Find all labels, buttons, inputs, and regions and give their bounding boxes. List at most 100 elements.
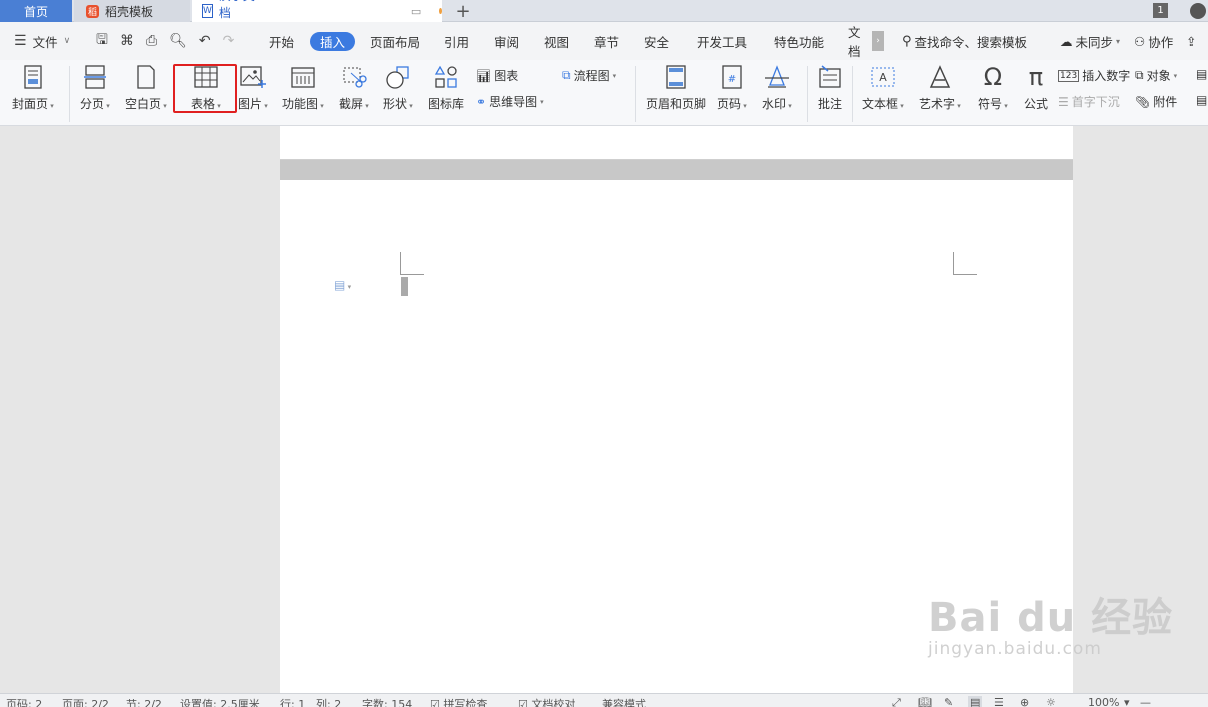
proofread-toggle[interactable]: ☑ 文档校对 xyxy=(518,696,575,707)
command-search[interactable]: ⚲ 查找命令、搜索模板 xyxy=(902,22,1027,60)
paragraph-layout-icon[interactable]: ▤ ▾ xyxy=(334,278,351,292)
object-button[interactable]: ⧉ 对象 ▾ xyxy=(1135,67,1177,84)
mindmap-button[interactable]: ⚭ 思维导图 ▾ xyxy=(476,93,544,110)
attachment-button[interactable]: 📎︎ 附件 xyxy=(1135,93,1177,110)
flowchart-button[interactable]: ⧉ 流程图 ▾ xyxy=(562,67,616,84)
page-view-icon[interactable]: ▤ xyxy=(968,696,983,707)
symbol-button[interactable]: Ω 符号 xyxy=(978,63,1008,112)
page-break-button[interactable]: 分页 xyxy=(80,64,110,112)
tab-document[interactable]: W 演示文档1.doc ▭ xyxy=(192,0,442,35)
reading-view-icon[interactable]: 📖︎ xyxy=(918,696,932,707)
insert-number-button[interactable]: 123 插入数字 xyxy=(1058,67,1130,84)
screenshot-button[interactable]: 截屏 xyxy=(339,64,369,112)
menu-start[interactable]: 开始 xyxy=(269,22,294,60)
menu-scroll-right-button[interactable]: › xyxy=(872,31,884,51)
window-count-badge[interactable]: 1 xyxy=(1153,3,1168,18)
status-col[interactable]: 列: 2 xyxy=(316,696,341,707)
function-chart-button[interactable]: 功能图 xyxy=(282,64,324,112)
zoom-out-icon[interactable]: — xyxy=(1140,696,1151,707)
menu-features[interactable]: 特色功能 xyxy=(774,22,824,60)
document-parts-button[interactable]: ▤ xyxy=(1196,93,1207,107)
monitor-icon[interactable]: ▭ xyxy=(411,5,421,18)
object-icon: ⧉ xyxy=(1135,68,1144,82)
cover-page-button[interactable]: 封面页 xyxy=(12,64,54,112)
flowchart-icon: ⧉ xyxy=(562,68,571,82)
page-number-button[interactable]: # 页码 xyxy=(717,64,747,112)
tab-home[interactable]: 首页 xyxy=(0,0,72,22)
collaborate-button[interactable]: ⚇ 协作 xyxy=(1134,22,1173,60)
header-footer-icon xyxy=(663,64,689,90)
docer-logo-icon: 稻 xyxy=(86,4,99,18)
shape-label: 形状 xyxy=(383,95,413,112)
text-box-button[interactable]: A 文本框 xyxy=(862,64,904,112)
format-painter-icon[interactable]: ⌘ xyxy=(120,33,134,49)
edit-pen-icon[interactable]: ✎ xyxy=(944,696,953,707)
status-words[interactable]: 字数: 154 xyxy=(362,696,412,707)
file-menu[interactable]: ☰ 文件 ∨ xyxy=(14,22,70,60)
watermark-button[interactable]: 水印 xyxy=(762,64,792,112)
status-pages[interactable]: 页面: 2/2 xyxy=(62,696,109,707)
menu-review[interactable]: 审阅 xyxy=(494,22,519,60)
blank-page-button[interactable]: 空白页 xyxy=(125,64,167,112)
menu-security-label: 安全 xyxy=(644,34,670,50)
icon-library-button[interactable]: 图标库 xyxy=(428,64,464,112)
menu-view[interactable]: 视图 xyxy=(544,22,569,60)
undo-icon[interactable]: ↶ xyxy=(199,33,211,49)
menu-page-layout[interactable]: 页面布局 xyxy=(370,22,420,60)
zoom-level[interactable]: 100% xyxy=(1088,696,1119,707)
status-row[interactable]: 行: 1 xyxy=(280,696,305,707)
chevron-down-icon: ∨ xyxy=(63,36,71,46)
menu-page-layout-label: 页面布局 xyxy=(370,34,421,50)
collaborate-icon: ⚇ xyxy=(1134,33,1146,49)
screenshot-label: 截屏 xyxy=(339,95,369,112)
collaborate-label: 协作 xyxy=(1148,34,1174,50)
zoom-dropdown-icon[interactable]: ▾ xyxy=(1124,696,1130,707)
document-parts-icon: ▤ xyxy=(1196,93,1208,107)
new-tab-button[interactable]: + xyxy=(448,0,478,22)
menu-document-label: 文档 xyxy=(848,25,861,59)
menu-reference[interactable]: 引用 xyxy=(444,22,469,60)
menu-insert[interactable]: 插入 xyxy=(310,32,356,51)
header-footer-button[interactable]: 页眉和页脚 xyxy=(646,64,706,112)
sync-status[interactable]: ☁ 未同步 ▾ xyxy=(1060,22,1120,60)
menu-security[interactable]: 安全 xyxy=(644,22,669,60)
outline-view-icon[interactable]: ☰ xyxy=(994,696,1004,707)
save-icon[interactable]: 🖫 xyxy=(96,29,108,53)
status-section[interactable]: 节: 2/2 xyxy=(126,696,162,707)
menu-developer[interactable]: 开发工具 xyxy=(697,22,747,60)
date-button[interactable]: ▤ xyxy=(1196,67,1207,81)
page-number-label: 页码 xyxy=(717,95,747,112)
chart-button[interactable]: 📊︎ 图表 xyxy=(476,67,518,84)
menu-document[interactable]: 文档 xyxy=(848,22,872,60)
sync-status-label: 未同步 xyxy=(1075,34,1114,50)
avatar[interactable] xyxy=(1190,3,1206,19)
text-box-label: 文本框 xyxy=(862,95,904,112)
status-setting[interactable]: 设置值: 2.5厘米 xyxy=(180,696,260,707)
mindmap-label: 思维导图 xyxy=(489,95,538,109)
page-break-icon xyxy=(82,64,108,90)
table-button-highlight xyxy=(173,64,237,113)
web-view-icon[interactable]: ⊕ xyxy=(1020,696,1029,707)
print-preview-icon[interactable]: 🔍︎ xyxy=(169,33,187,49)
status-page[interactable]: 页码: 2 xyxy=(6,696,42,707)
formula-button[interactable]: π 公式 xyxy=(1023,63,1049,112)
blank-page-label: 空白页 xyxy=(125,95,167,112)
share-button[interactable]: ⇪ xyxy=(1186,22,1196,60)
tab-template[interactable]: 稻 稻壳模板 xyxy=(74,0,190,22)
menu-chapter[interactable]: 章节 xyxy=(594,22,619,60)
picture-button[interactable]: 图片 xyxy=(238,64,268,112)
redo-icon[interactable]: ↷ xyxy=(223,33,235,49)
unsaved-dot-icon xyxy=(439,8,442,14)
print-icon[interactable]: ⎙ xyxy=(146,33,157,49)
shape-button[interactable]: 形状 xyxy=(383,64,413,112)
page-number-icon: # xyxy=(719,64,745,90)
comment-button[interactable]: 批注 xyxy=(817,64,843,112)
fullscreen-icon[interactable]: ⤢ xyxy=(892,696,901,707)
drop-cap-button[interactable]: ☰ 首字下沉 xyxy=(1058,93,1120,110)
spell-check-toggle[interactable]: ☑ 拼写检查 xyxy=(430,696,487,707)
cover-page-label: 封面页 xyxy=(12,95,54,112)
eye-protect-icon[interactable]: ☼ xyxy=(1046,696,1056,707)
tab-home-label: 首页 xyxy=(23,4,48,19)
chevron-down-icon: ▾ xyxy=(540,97,544,106)
word-art-button[interactable]: 艺术字 xyxy=(919,64,961,112)
